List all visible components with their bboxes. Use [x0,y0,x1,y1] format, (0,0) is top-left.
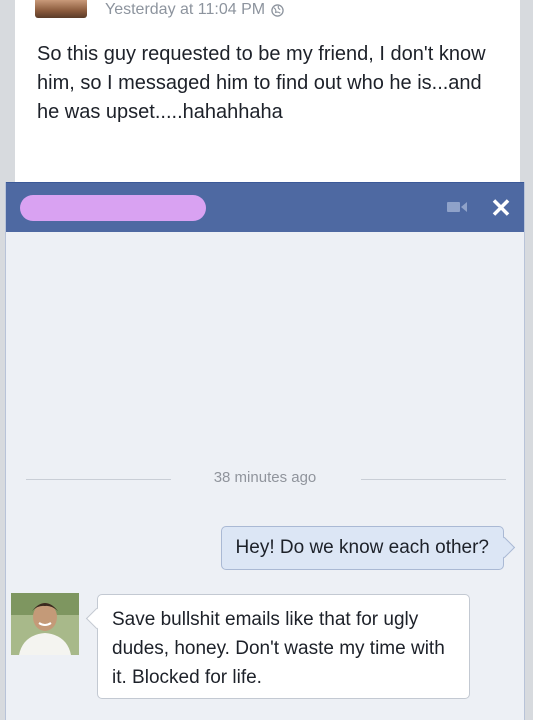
sender-avatar[interactable] [11,593,79,655]
post-text: So this guy requested to be my friend, I… [37,43,486,123]
timestamp-divider: 38 minutes ago [6,469,524,489]
feed-post: Yesterday at 11:04 PM So this guy reques… [15,0,520,182]
post-meta: Yesterday at 11:04 PM [105,0,284,20]
close-chat-button[interactable]: ✕ [484,191,518,225]
divider-timestamp: 38 minutes ago [213,469,317,486]
incoming-message: Save bullshit emails like that for ugly … [97,594,470,699]
video-camera-icon[interactable] [446,199,468,215]
outgoing-message: Hey! Do we know each other? [220,526,504,570]
person-photo-icon [11,593,79,655]
chat-header: ✕ [6,182,524,232]
redacted-name [20,195,206,221]
poster-avatar[interactable] [35,0,87,18]
chat-window: ✕ 38 minutes ago Hey! Do we know each ot… [5,182,525,720]
globe-icon[interactable] [271,3,284,17]
post-timestamp[interactable]: Yesterday at 11:04 PM [105,1,265,19]
